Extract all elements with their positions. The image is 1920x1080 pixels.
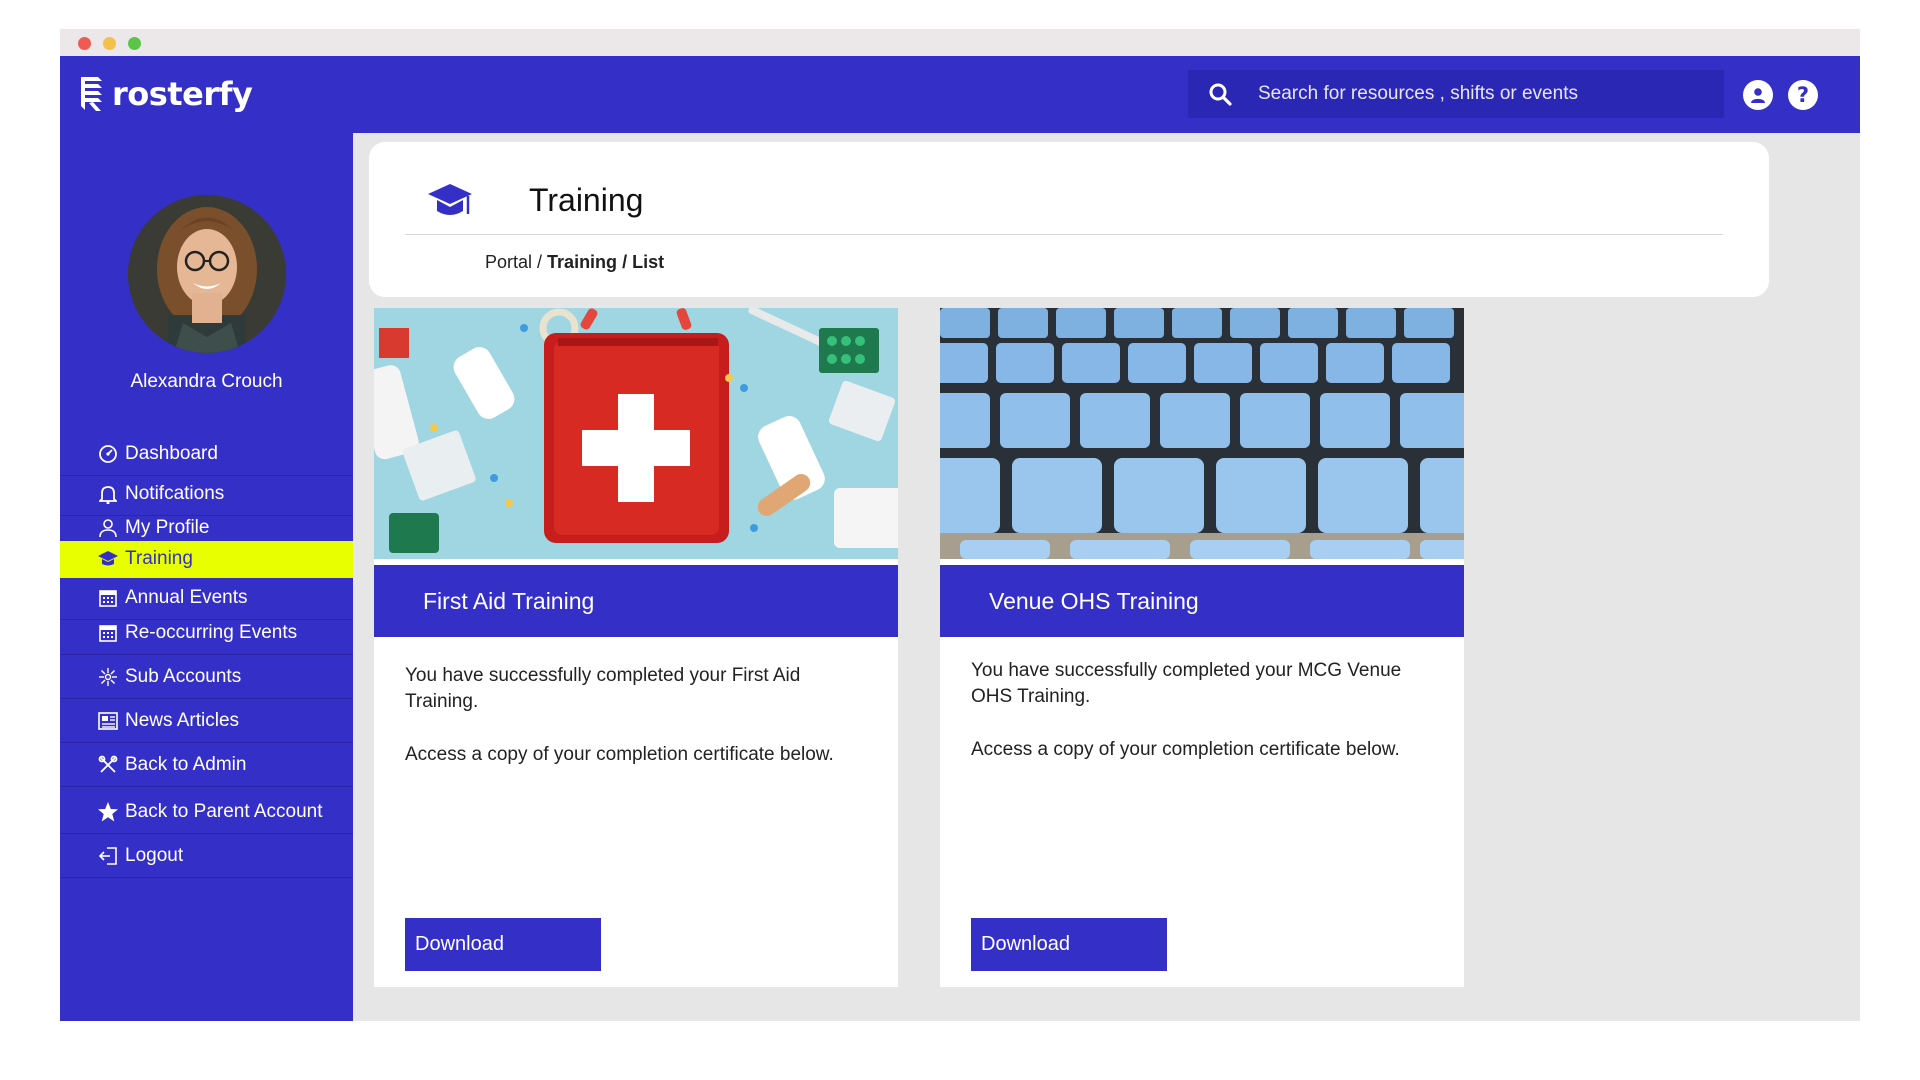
sidebar-item-label: Back to Admin [125,754,247,775]
search-bar[interactable] [1188,70,1724,118]
header-divider [405,234,1723,235]
card-description: You have successfully completed your Fir… [405,663,865,768]
main-content: Training Portal / Training / List First … [353,133,1860,1021]
sidebar-item-label: Sub Accounts [125,666,242,687]
stadium-seats-image [940,308,1464,559]
person-icon [97,517,119,539]
top-navbar: rosterfy ? [60,56,1860,133]
card-description: You have successfully completed your MCG… [971,658,1431,763]
sidebar-item-label: Logout [125,845,184,866]
breadcrumb-portal[interactable]: Portal [485,252,532,272]
sidebar-item-label: Re-occurring Events [125,622,298,643]
maximize-window-button[interactable] [128,37,141,50]
network-icon [97,666,119,688]
logout-icon [97,845,119,867]
graduation-cap-icon [428,184,472,215]
page-header: Training Portal / Training / List [369,142,1769,297]
user-name: Alexandra Crouch [130,371,283,392]
training-card-first-aid: First Aid Training You have successfully… [374,308,898,987]
help-glyph: ? [1796,82,1810,107]
sidebar-item-sub-accounts[interactable]: Sub Accounts [60,656,353,699]
dashboard-icon [97,443,119,465]
bell-icon [97,483,119,505]
sidebar-item-news-articles[interactable]: News Articles [60,700,353,743]
window-titlebar [60,29,1860,56]
breadcrumb-current: List [632,252,665,272]
page-title: Training [529,182,644,218]
search-icon[interactable] [1208,82,1232,106]
sidebar-item-label: My Profile [125,517,210,538]
calendar-icon [97,587,119,609]
sidebar: Alexandra Crouch Dashboard Notifcations … [60,133,353,1021]
sidebar-item-label: Training [125,548,193,569]
user-circle-icon[interactable] [1743,80,1773,110]
logo-text: rosterfy [112,75,253,113]
first-aid-kit-image [374,308,898,559]
breadcrumb: Portal / Training / List [485,252,664,273]
sidebar-item-back-to-admin[interactable]: Back to Admin [60,744,353,787]
card-title: First Aid Training [374,565,898,637]
tools-icon [97,754,119,776]
rosterfy-logo-icon [81,77,102,111]
breadcrumb-training[interactable]: Training [547,252,617,272]
sidebar-item-reoccurring-events[interactable]: Re-occurring Events [60,612,353,655]
sidebar-item-label: News Articles [125,710,240,731]
minimize-window-button[interactable] [103,37,116,50]
sidebar-item-label: Back to Parent Account [125,801,323,822]
newspaper-icon [97,710,119,732]
avatar[interactable] [128,195,286,353]
download-button[interactable]: Download [971,918,1167,971]
sidebar-item-label: Notifcations [125,483,225,504]
star-icon [97,801,119,823]
help-circle-icon[interactable]: ? [1788,80,1818,110]
calendar-icon [97,622,119,644]
card-title: Venue OHS Training [940,565,1464,637]
card-certificate-text: Access a copy of your completion certifi… [405,744,834,765]
breadcrumb-separator: / [532,252,548,272]
card-completion-text: You have successfully completed your Fir… [405,665,801,712]
app-window: rosterfy ? [60,29,1860,1021]
breadcrumb-separator: / [617,252,633,272]
training-card-venue-ohs: Venue OHS Training You have successfully… [940,308,1464,987]
sidebar-item-label: Dashboard [125,443,218,464]
sidebar-item-back-to-parent-account[interactable]: Back to Parent Account [60,791,353,834]
graduation-cap-icon [97,548,119,570]
sidebar-item-dashboard[interactable]: Dashboard [60,433,353,476]
download-button[interactable]: Download [405,918,601,971]
app-logo[interactable]: rosterfy [78,72,253,116]
sidebar-item-logout[interactable]: Logout [60,835,353,878]
card-completion-text: You have successfully completed your MCG… [971,660,1402,707]
sidebar-item-label: Annual Events [125,587,248,608]
sidebar-item-training[interactable]: Training [60,541,353,578]
card-certificate-text: Access a copy of your completion certifi… [971,739,1400,760]
close-window-button[interactable] [78,37,91,50]
search-input[interactable] [1258,70,1724,118]
